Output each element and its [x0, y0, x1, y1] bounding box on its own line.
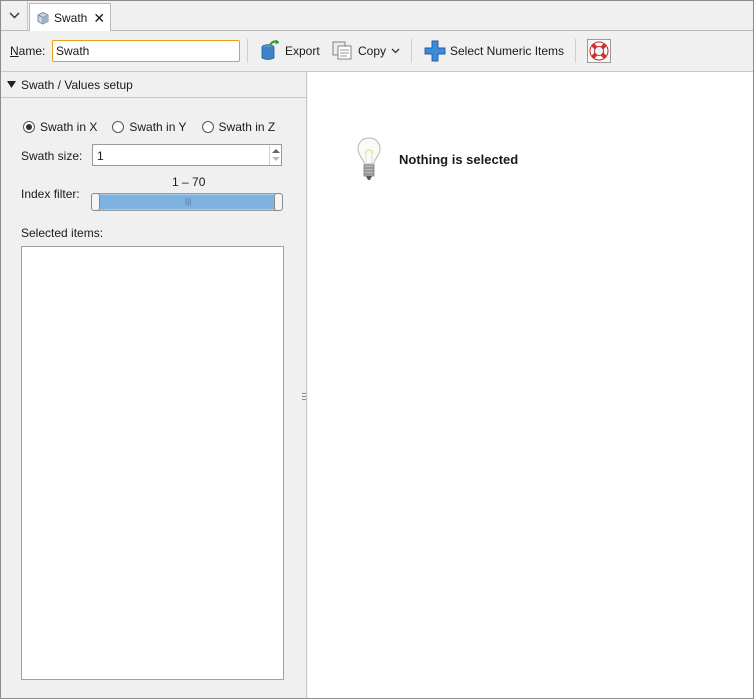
range-min-handle[interactable]: [91, 193, 100, 211]
swath-cube-icon: [37, 11, 49, 25]
section-header[interactable]: Swath / Values setup: [1, 72, 307, 98]
radio-swath-y[interactable]: Swath in Y: [112, 120, 187, 134]
swath-size-spinbox[interactable]: 1: [92, 144, 282, 166]
export-label: Export: [285, 44, 320, 58]
chevron-down-icon: [9, 12, 19, 19]
tab-menu-button[interactable]: [1, 1, 28, 30]
tab-strip: Swath ✕: [1, 1, 753, 31]
lifebuoy-icon: [587, 39, 611, 63]
index-filter-label: Index filter:: [21, 187, 80, 201]
toolbar-separator: [247, 39, 248, 63]
copy-icon: [332, 41, 352, 60]
tab-label: Swath: [54, 10, 88, 25]
radio-unchecked-icon: [112, 121, 125, 133]
copy-label: Copy: [358, 44, 387, 58]
add-icon: [424, 40, 446, 62]
spin-down-icon[interactable]: [272, 157, 280, 161]
lightbulb-icon: [357, 137, 381, 180]
select-numeric-items-label: Select Numeric Items: [450, 44, 565, 58]
toolbar-separator: [411, 39, 412, 63]
copy-button[interactable]: Copy: [332, 38, 400, 64]
results-panel: Nothing is selected: [308, 72, 753, 698]
index-filter-slider[interactable]: |||: [91, 193, 283, 211]
radio-label: Swath in Y: [129, 120, 187, 134]
swath-size-label: Swath size:: [21, 149, 83, 163]
collapse-triangle-icon: [7, 81, 16, 88]
radio-swath-z[interactable]: Swath in Z: [201, 120, 276, 134]
range-max-handle[interactable]: [274, 193, 283, 211]
swath-window: Swath ✕ Name: Export Copy: [0, 0, 754, 699]
grip-icon[interactable]: |||: [185, 197, 191, 206]
select-numeric-items-button[interactable]: Select Numeric Items: [424, 38, 564, 64]
index-filter-range: 1 – 70: [172, 175, 206, 189]
toolbar-separator: [575, 39, 576, 63]
empty-message: Nothing is selected: [399, 152, 519, 167]
section-title: Swath / Values setup: [21, 77, 133, 92]
setup-panel: Swath / Values setup Swath in X Swath in…: [1, 72, 307, 698]
selected-items-list[interactable]: [21, 246, 284, 680]
chevron-down-icon: [391, 48, 400, 54]
radio-swath-x[interactable]: Swath in X: [23, 120, 97, 134]
radio-label: Swath in Z: [218, 120, 276, 134]
radio-label: Swath in X: [40, 120, 98, 134]
tab-swath[interactable]: Swath ✕: [29, 3, 111, 31]
name-label: Name:: [10, 44, 46, 58]
export-icon: [261, 39, 280, 60]
help-button[interactable]: [587, 38, 611, 64]
toolbar: Name: Export Copy: [1, 31, 753, 72]
swath-axis-radio-group: Swath in X Swath in Y Swath in Z: [23, 120, 290, 134]
spin-up-icon[interactable]: [272, 149, 280, 153]
radio-checked-icon: [23, 121, 35, 133]
selected-items-label: Selected items:: [21, 226, 104, 240]
export-button[interactable]: Export: [259, 38, 320, 64]
splitter-handle[interactable]: [302, 393, 306, 403]
close-icon[interactable]: ✕: [93, 11, 105, 25]
radio-unchecked-icon: [201, 121, 214, 133]
swath-size-value[interactable]: 1: [97, 149, 104, 163]
spin-buttons[interactable]: [269, 145, 281, 165]
name-input[interactable]: [52, 40, 240, 62]
